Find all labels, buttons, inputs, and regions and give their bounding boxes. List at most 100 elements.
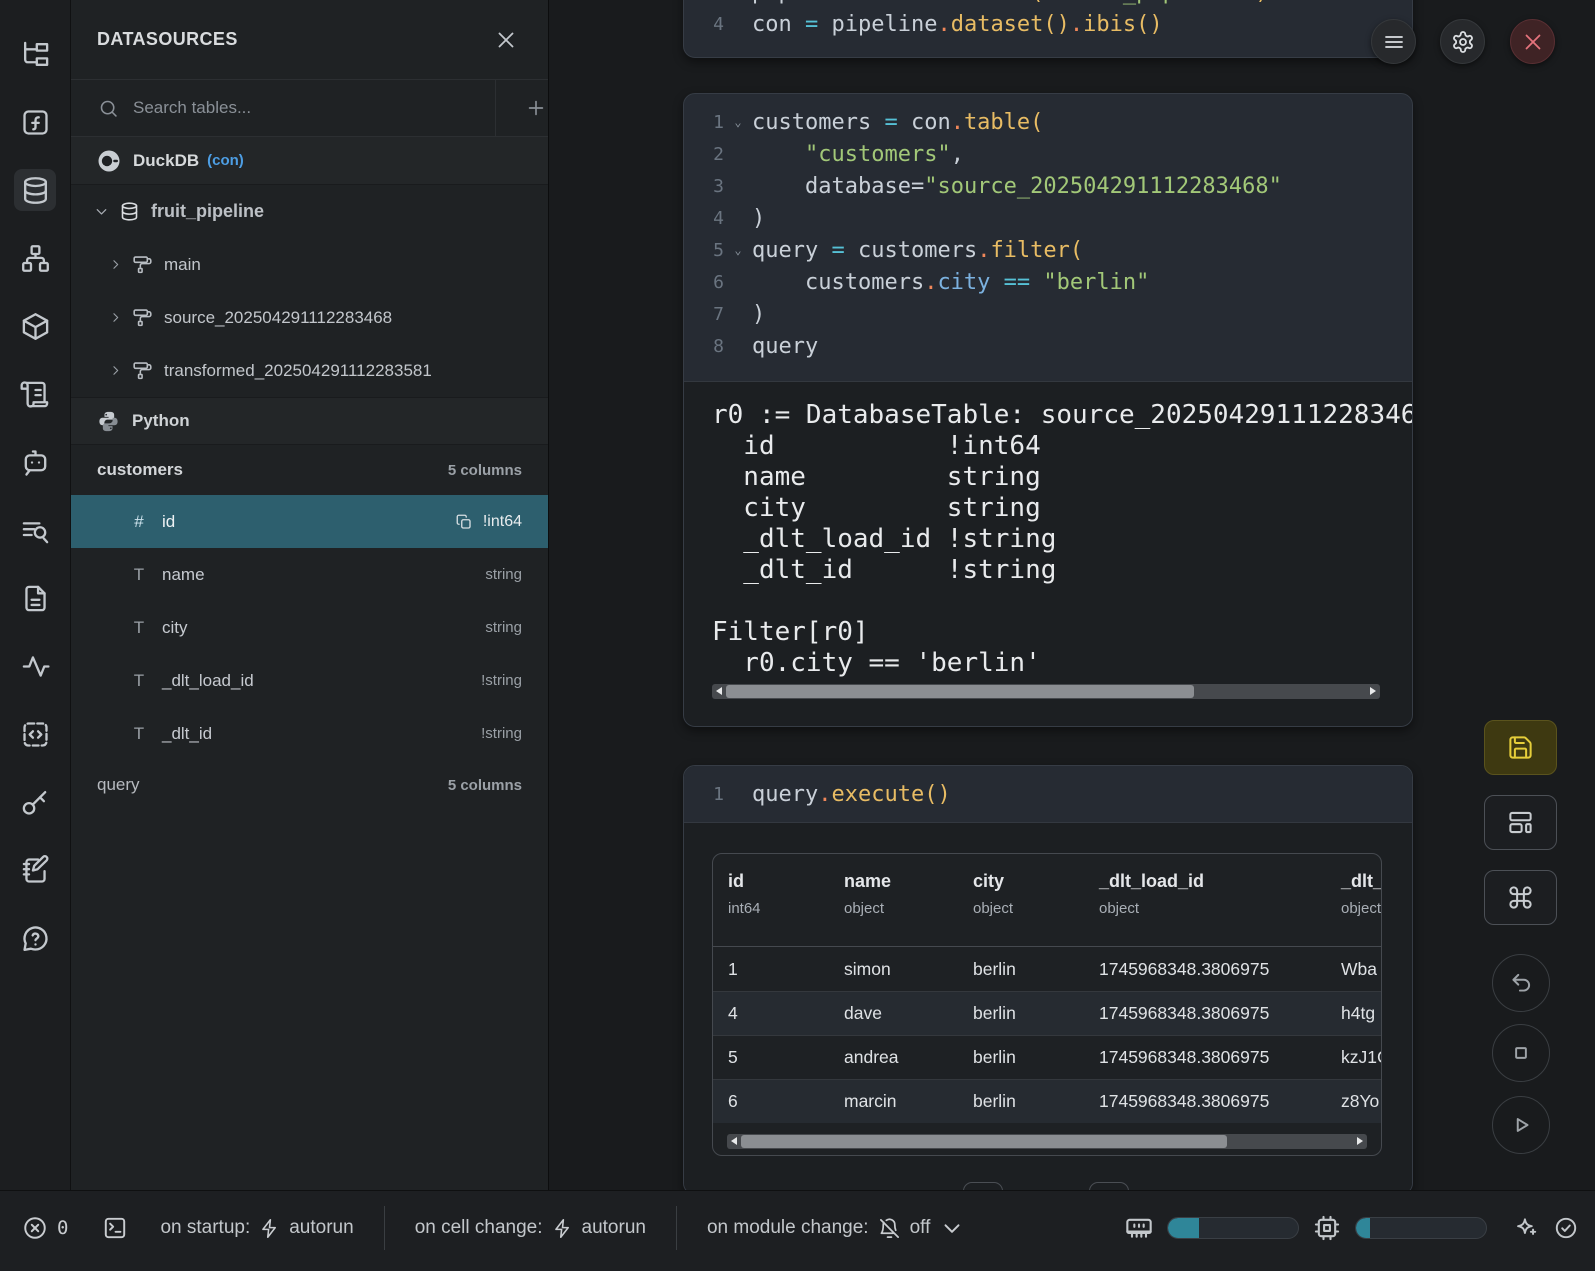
code-line[interactable]: 1⌄customers = con.table( xyxy=(684,106,1412,138)
code-cell-execute[interactable]: 1query.execute() idint64nameobjectcityob… xyxy=(683,765,1413,1195)
rail-item-notebook[interactable] xyxy=(14,849,56,891)
table-cell: 6 xyxy=(728,1091,844,1112)
chevron-down-icon xyxy=(939,1215,965,1241)
rail-item-help[interactable] xyxy=(14,917,56,959)
scrollbar-thumb[interactable] xyxy=(741,1135,1227,1148)
box-icon xyxy=(20,311,51,342)
search-input[interactable] xyxy=(133,80,495,136)
sparkles-icon[interactable] xyxy=(1513,1215,1539,1241)
code-line[interactable]: 3pipeline = dlt.attach("fruit_pipeline") xyxy=(684,0,1412,8)
rail-item-dependencies[interactable] xyxy=(14,237,56,279)
section-row-python[interactable]: Python xyxy=(71,397,548,445)
table-row[interactable]: 1simonberlin1745968348.3806975Wba xyxy=(713,947,1381,991)
command-palette-button[interactable] xyxy=(1484,870,1557,925)
column-row-id[interactable]: #id!int64 xyxy=(71,495,548,548)
rail-item-snippets[interactable] xyxy=(14,577,56,619)
table-row[interactable]: 4daveberlin1745968348.3806975h4tg xyxy=(713,991,1381,1035)
table-cell: 1745968348.3806975 xyxy=(1099,959,1341,980)
menu-button[interactable] xyxy=(1371,19,1416,64)
rail-item-logs[interactable] xyxy=(14,373,56,415)
rail-item-functions[interactable] xyxy=(14,101,56,143)
terminal-button[interactable] xyxy=(102,1215,128,1241)
fold-chevron-icon[interactable]: ⌄ xyxy=(724,243,752,257)
line-number: 2 xyxy=(684,144,724,165)
code-line[interactable]: 8query xyxy=(684,330,1412,362)
rail-item-secrets[interactable] xyxy=(14,781,56,823)
memory-usage-meter xyxy=(1167,1217,1299,1239)
fold-chevron-icon[interactable]: ⌄ xyxy=(724,115,752,129)
column-row-_dlt_id[interactable]: T_dlt_id!string xyxy=(71,707,548,760)
rail-item-search[interactable] xyxy=(14,509,56,551)
scrollbar-thumb[interactable] xyxy=(726,685,1194,698)
table-columns-count: 5 columns xyxy=(448,462,522,479)
table-header-name[interactable]: nameobject xyxy=(844,871,973,946)
rail-item-file-tree[interactable] xyxy=(14,33,56,75)
chevron-right-icon xyxy=(108,257,123,272)
scroll-left-arrow[interactable] xyxy=(731,1137,737,1145)
table-row-query[interactable]: query 5 columns xyxy=(71,760,548,810)
save-button[interactable] xyxy=(1484,720,1557,775)
table-row[interactable]: 5andreaberlin1745968348.3806975kzJ1C xyxy=(713,1035,1381,1079)
interrupt-button[interactable] xyxy=(1510,19,1555,64)
run-button[interactable] xyxy=(1492,1096,1550,1154)
line-number: 8 xyxy=(684,336,724,357)
network-icon xyxy=(20,243,51,274)
table-header-_dlt_load_id[interactable]: _dlt_load_idobject xyxy=(1099,871,1341,946)
code-line[interactable]: 4con = pipeline.dataset().ibis() xyxy=(684,8,1412,40)
scroll-left-arrow[interactable] xyxy=(716,687,722,695)
stop-button[interactable] xyxy=(1492,1024,1550,1082)
column-type: !string xyxy=(481,725,522,742)
code-cell-query[interactable]: 1⌄customers = con.table(2 "customers",3 … xyxy=(683,93,1413,727)
layout-toggle-button[interactable] xyxy=(1484,795,1557,850)
settings-button[interactable] xyxy=(1440,19,1485,64)
table-header-city[interactable]: cityobject xyxy=(973,871,1099,946)
code-line[interactable]: 4) xyxy=(684,202,1412,234)
rail-item-tracing[interactable] xyxy=(14,645,56,687)
tree-item-main[interactable]: main xyxy=(71,238,548,291)
add-datasource-button[interactable] xyxy=(495,80,548,136)
column-row-_dlt_load_id[interactable]: T_dlt_load_id!string xyxy=(71,654,548,707)
chevron-right-icon xyxy=(108,363,123,378)
table-row[interactable]: 6marcinberlin1745968348.3806975z8Yo xyxy=(713,1079,1381,1123)
rail-item-datasources[interactable] xyxy=(14,169,56,211)
on-cell-change-toggle[interactable]: on cell change: autorun xyxy=(415,1217,646,1239)
database-icon xyxy=(119,201,140,222)
engine-row-duckdb[interactable]: DuckDB (con) xyxy=(71,137,548,185)
column-row-city[interactable]: Tcitystring xyxy=(71,601,548,654)
code-line[interactable]: 6 customers.city == "berlin" xyxy=(684,266,1412,298)
table-cell: berlin xyxy=(973,1003,1099,1024)
code-line[interactable]: 7) xyxy=(684,298,1412,330)
scroll-right-arrow[interactable] xyxy=(1370,687,1376,695)
code-line[interactable]: 1query.execute() xyxy=(684,778,1412,810)
rail-item-packages[interactable] xyxy=(14,305,56,347)
copy-icon[interactable] xyxy=(455,513,473,531)
on-module-change-toggle[interactable]: on module change: off xyxy=(707,1215,965,1241)
file-text-icon xyxy=(20,583,51,614)
tree-item-source_202504291112283468[interactable]: source_202504291112283468 xyxy=(71,291,548,344)
table-header-_dlt_id[interactable]: _dlt_idobject xyxy=(1341,871,1382,946)
engine-name: DuckDB xyxy=(133,151,199,171)
rail-item-scratchpad-code[interactable] xyxy=(14,713,56,755)
tree-item-fruit_pipeline[interactable]: fruit_pipeline xyxy=(71,185,548,238)
table-header-id[interactable]: idint64 xyxy=(728,871,844,946)
circle-check-icon[interactable] xyxy=(1553,1215,1579,1241)
on-startup-toggle[interactable]: on startup: autorun xyxy=(160,1217,353,1239)
code-line[interactable]: 2 "customers", xyxy=(684,138,1412,170)
undo-button[interactable] xyxy=(1492,954,1550,1012)
scroll-right-arrow[interactable] xyxy=(1357,1137,1363,1145)
rail-item-chat[interactable] xyxy=(14,441,56,483)
code-line[interactable]: 5⌄query = customers.filter( xyxy=(684,234,1412,266)
error-counter[interactable]: 0 xyxy=(22,1215,68,1241)
tree-item-transformed_202504291112283581[interactable]: transformed_202504291112283581 xyxy=(71,344,548,397)
column-row-name[interactable]: Tnamestring xyxy=(71,548,548,601)
line-number: 3 xyxy=(684,0,724,3)
horizontal-scrollbar[interactable] xyxy=(712,684,1380,699)
horizontal-scrollbar[interactable] xyxy=(727,1134,1367,1149)
code-cell-setup[interactable]: 3pipeline = dlt.attach("fruit_pipeline")… xyxy=(683,0,1413,58)
close-icon[interactable] xyxy=(494,28,518,52)
table-cell: h4tg xyxy=(1341,1003,1382,1024)
table-row-customers[interactable]: customers 5 columns xyxy=(71,445,548,495)
line-number: 1 xyxy=(684,112,724,133)
error-count: 0 xyxy=(57,1217,68,1239)
code-line[interactable]: 3 database="source_202504291112283468" xyxy=(684,170,1412,202)
